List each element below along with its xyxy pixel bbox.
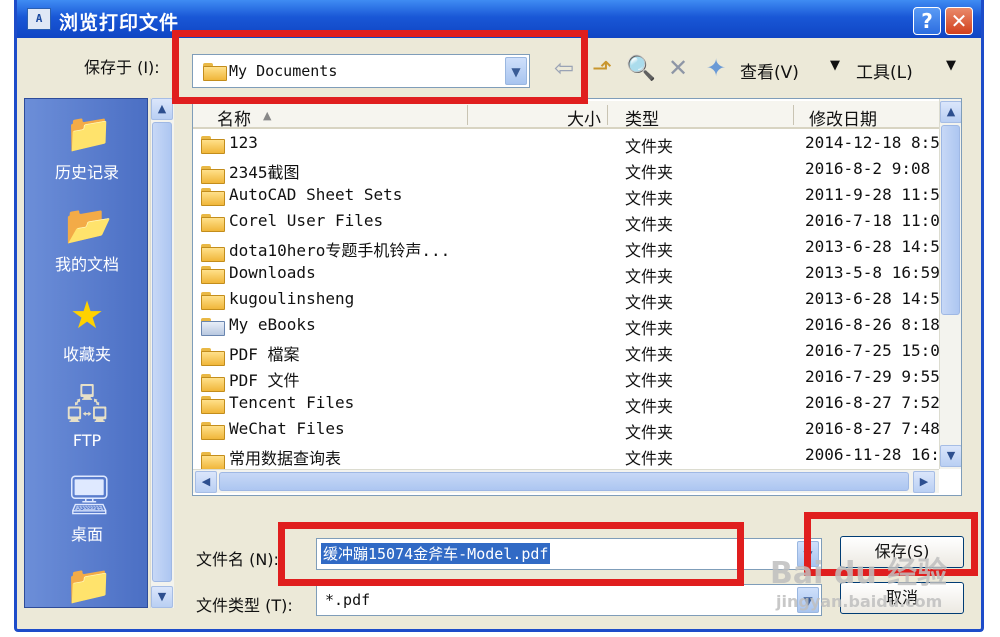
watermark-url: jingyan.baidu.com <box>776 592 943 611</box>
close-button[interactable]: ✕ <box>945 7 973 35</box>
folder-icon <box>201 291 225 310</box>
folder-icon <box>201 187 225 206</box>
folder-icon <box>201 395 225 414</box>
folder-tools-icon: 📁 <box>65 563 113 607</box>
up-folder-icon[interactable]: ⬏ <box>588 54 616 82</box>
file-row[interactable]: 123 文件夹 2014-12-18 8:5 <box>193 131 939 156</box>
place-label: 我的文档 <box>54 255 119 274</box>
folder-icon <box>201 421 225 440</box>
file-row[interactable]: Corel User Files 文件夹 2016-7-18 11:0 <box>193 209 939 234</box>
scroll-up-icon[interactable]: ▲ <box>151 98 173 120</box>
place-favorites[interactable]: ★ 收藏夹 <box>25 293 149 365</box>
file-row[interactable]: kugoulinsheng 文件夹 2013-6-28 14:5 <box>193 287 939 312</box>
sort-ascending-icon: ▲ <box>263 109 272 122</box>
file-row[interactable]: PDF 文件 文件夹 2016-7-29 9:55 <box>193 365 939 392</box>
column-type[interactable]: 类型 <box>625 105 659 130</box>
highlight-filename <box>278 522 744 586</box>
file-list[interactable]: 名称 ▲ 大小 类型 修改日期 123 文件夹 2014-12-18 8:5 2… <box>192 98 962 496</box>
place-history[interactable]: 📁 历史记录 <box>25 111 149 183</box>
ebooks-folder-icon <box>201 317 225 336</box>
places-scrollbar[interactable]: ▲ ▼ <box>150 98 174 608</box>
help-button[interactable]: ? <box>913 7 941 35</box>
scroll-thumb[interactable] <box>152 122 172 582</box>
folder-icon <box>201 243 225 262</box>
place-label: 收藏夹 <box>62 345 111 364</box>
column-name[interactable]: 名称 <box>217 105 251 130</box>
view-menu[interactable]: 查看(V) <box>740 58 799 83</box>
filetype-value: *.pdf <box>325 591 371 609</box>
folder-icon <box>201 165 225 184</box>
scroll-down-icon[interactable]: ▼ <box>940 445 961 467</box>
file-row[interactable]: PDF 檔案 文件夹 2016-7-25 15:0 <box>193 339 939 366</box>
folder-icon <box>201 451 225 470</box>
place-label: 历史记录 <box>54 163 119 182</box>
file-row[interactable]: AutoCAD Sheet Sets 文件夹 2011-9-28 11:5 <box>193 183 939 208</box>
scroll-up-icon[interactable]: ▲ <box>940 101 961 123</box>
column-size[interactable]: 大小 <box>567 105 601 130</box>
scroll-right-icon[interactable]: ▶ <box>913 471 935 493</box>
place-desktop[interactable]: 🖥 桌面 <box>25 473 149 545</box>
scroll-thumb[interactable] <box>219 472 909 491</box>
my-documents-icon: 📂 <box>65 203 113 247</box>
ftp-icon: 🖧 <box>65 383 109 427</box>
column-modified[interactable]: 修改日期 <box>809 105 877 130</box>
file-list-hscroll[interactable]: ◀ ▶ <box>193 469 939 493</box>
file-list-vscroll[interactable]: ▲ ▼ <box>939 99 961 469</box>
folder-icon <box>201 135 225 154</box>
place-label: FTP <box>72 431 102 450</box>
view-dropdown-arrow[interactable]: ▼ <box>830 58 840 73</box>
filetype-label: 文件类型 (T): <box>196 596 293 615</box>
search-web-icon[interactable]: 🔍 <box>626 54 656 82</box>
highlight-location <box>172 30 588 104</box>
scroll-down-icon[interactable]: ▼ <box>151 586 173 608</box>
tools-dropdown-arrow[interactable]: ▼ <box>946 58 956 73</box>
window-title: 浏览打印文件 <box>59 12 180 34</box>
history-icon: 📁 <box>65 111 113 155</box>
place-ftp[interactable]: 🖧 FTP <box>25 383 149 450</box>
tools-menu[interactable]: 工具(L) <box>856 58 913 83</box>
filename-label: 文件名 (N): <box>196 550 279 569</box>
file-row[interactable]: Tencent Files 文件夹 2016-8-27 7:52 <box>193 391 939 416</box>
place-more[interactable]: 📁 <box>25 563 149 611</box>
place-label: 桌面 <box>70 525 103 544</box>
column-header: 名称 ▲ 大小 类型 修改日期 <box>193 101 939 130</box>
folder-icon <box>201 265 225 284</box>
scroll-left-icon[interactable]: ◀ <box>195 471 217 493</box>
file-row[interactable]: 2345截图 文件夹 2016-8-2 9:08 <box>193 157 939 184</box>
file-row[interactable]: dota10hero专题手机铃声... 文件夹 2013-6-28 14:5 <box>193 235 939 262</box>
place-my-documents[interactable]: 📂 我的文档 <box>25 203 149 275</box>
file-row[interactable]: Downloads 文件夹 2013-5-8 16:59 <box>193 261 939 286</box>
folder-icon <box>201 213 225 232</box>
save-in-label: 保存于 (I): <box>84 58 160 77</box>
delete-icon[interactable]: ✕ <box>664 54 692 82</box>
favorites-icon: ★ <box>69 293 105 337</box>
app-icon: A <box>27 8 51 30</box>
filetype-select[interactable]: *.pdf ▼ <box>316 584 822 616</box>
file-row[interactable]: My eBooks 文件夹 2016-8-26 8:18 <box>193 313 939 338</box>
watermark-brand: Bai du 经验 <box>770 556 948 591</box>
file-row[interactable]: 常用数据查询表 文件夹 2006-11-28 16:2 <box>193 443 939 470</box>
places-bar: 📁 历史记录 📂 我的文档 ★ 收藏夹 🖧 FTP 🖥 桌面 📁 <box>24 98 148 608</box>
file-row[interactable]: WeChat Files 文件夹 2016-8-27 7:48 <box>193 417 939 442</box>
scroll-thumb[interactable] <box>941 125 960 315</box>
desktop-icon: 🖥 <box>65 473 114 517</box>
folder-icon <box>201 373 225 392</box>
new-folder-icon[interactable]: ✦ <box>702 54 730 82</box>
folder-icon <box>201 347 225 366</box>
